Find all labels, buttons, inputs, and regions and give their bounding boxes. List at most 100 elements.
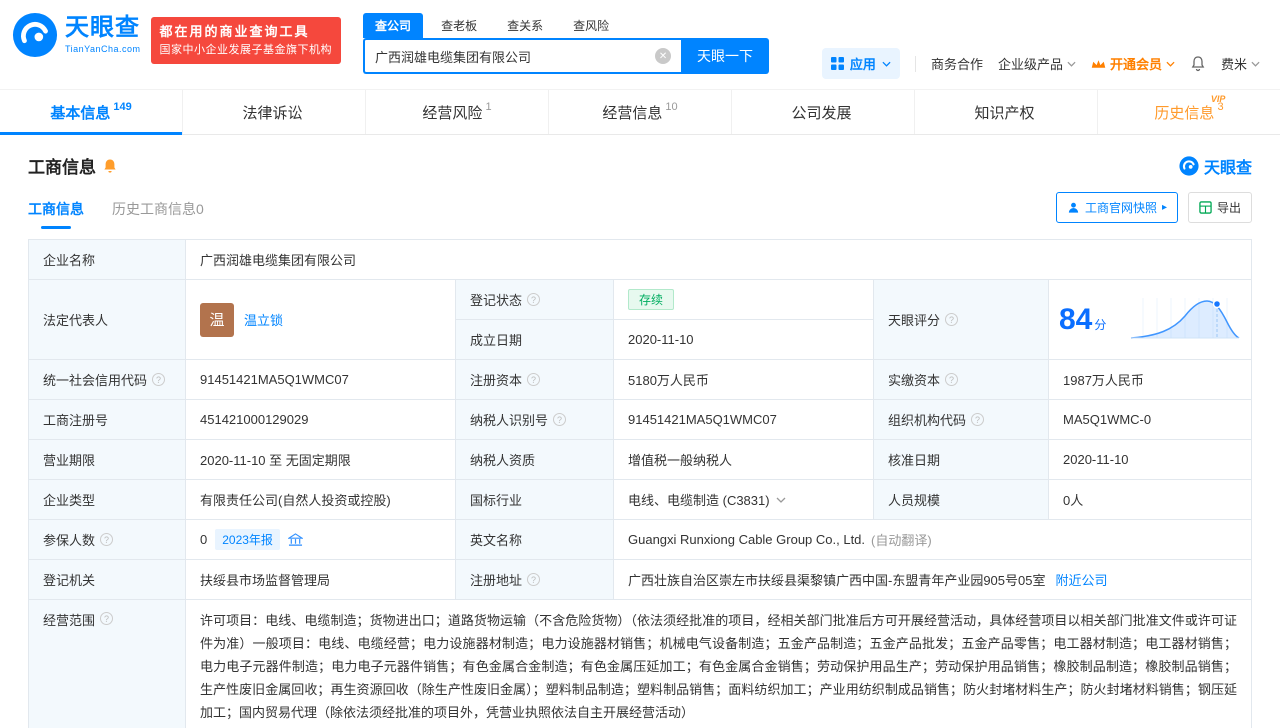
help-icon[interactable] <box>527 573 541 586</box>
org-code-label: 组织机构代码 <box>874 400 1049 440</box>
chevron-down-icon <box>1166 61 1175 67</box>
business-term-label: 营业期限 <box>29 440 186 480</box>
logo-title: 天眼查 <box>65 14 140 41</box>
taxpayer-quality-label: 纳税人资质 <box>456 440 614 480</box>
help-icon[interactable] <box>945 373 959 386</box>
help-icon[interactable] <box>100 533 114 546</box>
business-term-value: 2020-11-10 至 无固定期限 <box>186 440 456 480</box>
reg-number-label: 工商注册号 <box>29 400 186 440</box>
promo-line1: 都在用的商业查询工具 <box>159 24 310 39</box>
company-name-value: 广西润雄电缆集团有限公司 <box>186 240 1252 280</box>
tianyancha-logo-icon <box>12 12 58 58</box>
taxpayer-id-value: 91451421MA5Q1WMC07 <box>614 400 874 440</box>
social-security-org-icon[interactable] <box>287 532 303 547</box>
insured-count-value: 0 2023年报 <box>186 520 456 560</box>
credit-code-label: 统一社会信用代码 <box>29 360 186 400</box>
vip-badge: VIP <box>1210 94 1226 104</box>
user-menu[interactable]: 费米 <box>1221 54 1260 73</box>
reg-authority-label: 登记机关 <box>29 560 186 600</box>
crown-icon <box>1091 59 1106 68</box>
nav-enterprise-products[interactable]: 企业级产品 <box>998 54 1076 73</box>
export-button[interactable]: 导出 <box>1187 192 1252 223</box>
section-title: 工商信息 <box>28 158 96 177</box>
nav-biz-cooperation[interactable]: 商务合作 <box>931 54 983 73</box>
chevron-down-icon <box>1067 61 1076 67</box>
established-label: 成立日期 <box>456 320 614 360</box>
reg-authority-value: 扶绥县市场监督管理局 <box>186 560 456 600</box>
section-header: 工商信息 天眼查 <box>28 153 1252 178</box>
official-snapshot-button[interactable]: 工商官网快照 ▸ <box>1055 192 1178 223</box>
apps-label: 应用 <box>849 57 876 72</box>
paid-capital-label: 实缴资本 <box>874 360 1049 400</box>
help-icon[interactable] <box>971 413 985 426</box>
chevron-down-icon[interactable] <box>776 497 786 503</box>
notification-bell[interactable] <box>1190 55 1206 72</box>
help-icon[interactable] <box>527 373 541 386</box>
reg-address-value: 广西壮族自治区崇左市扶绥县渠黎镇广西中国-东盟青年产业园905号05室 附近公司 <box>614 560 1252 600</box>
subtab-history-business-info[interactable]: 历史工商信息0 <box>112 199 204 229</box>
reg-capital-value: 5180万人民币 <box>614 360 874 400</box>
help-icon[interactable] <box>553 413 567 426</box>
search-tab-company[interactable]: 查公司 <box>363 13 424 38</box>
industry-value: 电线、电缆制造 (C3831) <box>614 480 874 520</box>
score-curve-chart <box>1130 297 1240 339</box>
user-name: 费米 <box>1220 57 1247 72</box>
search-tab-relation[interactable]: 查关系 <box>495 13 555 38</box>
chevron-down-icon <box>1251 61 1260 67</box>
logo[interactable]: 天眼查 TianYanCha.com <box>12 12 141 58</box>
annual-report-badge[interactable]: 2023年报 <box>215 529 280 550</box>
score-value[interactable]: 84 分 <box>1049 280 1252 360</box>
promo-line2: 国家中小企业发展子基金旗下机构 <box>159 43 333 56</box>
page: 天眼查 TianYanCha.com 都在用的商业查询工具 国家中小企业发展子基… <box>0 0 1280 728</box>
content: 工商信息 天眼查 工商信息 历史工商信息0 工商官网快照 ▸ 导出 企业名称 广… <box>0 153 1280 728</box>
auto-translate-note: (自动翻译) <box>871 533 932 548</box>
legal-rep-avatar[interactable]: 温 <box>200 302 234 337</box>
tab-legal-proceedings[interactable]: 法律诉讼 <box>183 90 366 134</box>
business-scope-value: 许可项目：电线、电缆制造；货物进出口；道路货物运输（不含危险货物）（依法须经批准… <box>186 600 1252 728</box>
taxpayer-quality-value: 增值税一般纳税人 <box>614 440 874 480</box>
help-icon[interactable] <box>152 373 166 386</box>
legal-rep-value: 温 温立锁 <box>186 280 456 360</box>
search-button[interactable]: 天眼一下 <box>681 38 770 74</box>
help-icon[interactable] <box>100 612 114 625</box>
top-right-nav: 应用 商务合作 企业级产品 开通会员 费米 <box>821 48 1260 79</box>
company-type-label: 企业类型 <box>29 480 186 520</box>
help-icon[interactable] <box>527 293 541 306</box>
legal-rep-link[interactable]: 温立锁 <box>244 310 283 329</box>
tab-operating-risk[interactable]: 经营风险 1 <box>366 90 549 134</box>
tab-operating-info[interactable]: 经营信息 10 <box>549 90 732 134</box>
tab-intellectual-property[interactable]: 知识产权 <box>915 90 1098 134</box>
divider <box>914 55 916 72</box>
business-scope-label: 经营范围 <box>29 600 186 728</box>
staff-size-value: 0人 <box>1049 480 1252 520</box>
score-label: 天眼评分 <box>874 280 1049 360</box>
search-tab-risk[interactable]: 查风险 <box>561 13 621 38</box>
apps-menu[interactable]: 应用 <box>821 48 900 79</box>
tab-company-development[interactable]: 公司发展 <box>732 90 915 134</box>
search-area: 查公司 查老板 查关系 查风险 天眼一下 <box>363 12 770 74</box>
subtabs: 工商信息 历史工商信息0 工商官网快照 ▸ 导出 <box>28 192 1252 229</box>
search-clear-icon[interactable] <box>655 48 672 64</box>
tab-history-info[interactable]: 历史信息 3 VIP <box>1098 90 1280 134</box>
search-tabs: 查公司 查老板 查关系 查风险 <box>363 12 769 38</box>
company-name-label: 企业名称 <box>29 240 186 280</box>
search-tab-boss[interactable]: 查老板 <box>429 13 489 38</box>
header: 天眼查 TianYanCha.com 都在用的商业查询工具 国家中小企业发展子基… <box>0 0 1280 90</box>
reg-number-value: 451421000129029 <box>186 400 456 440</box>
chevron-down-icon <box>882 61 891 67</box>
reg-address-label: 注册地址 <box>456 560 614 600</box>
nearby-companies-link[interactable]: 附近公司 <box>1055 570 1107 589</box>
subtab-business-info[interactable]: 工商信息 <box>28 199 84 229</box>
logo-domain: TianYanCha.com <box>65 44 141 54</box>
search-box <box>363 38 682 74</box>
tab-basic-info[interactable]: 基本信息 149 <box>0 90 183 135</box>
search-input[interactable] <box>365 48 656 64</box>
nav-open-vip[interactable]: 开通会员 <box>1091 54 1175 73</box>
approval-date-label: 核准日期 <box>874 440 1049 480</box>
subscribe-bell-icon[interactable] <box>102 158 118 174</box>
tianyancha-watermark: 天眼查 <box>1179 154 1252 178</box>
help-icon[interactable] <box>945 313 959 326</box>
bell-icon <box>1191 56 1205 72</box>
business-info-table: 企业名称 广西润雄电缆集团有限公司 法定代表人 温 温立锁 登记状态 存续 成立… <box>28 239 1252 728</box>
taxpayer-id-label: 纳税人识别号 <box>456 400 614 440</box>
